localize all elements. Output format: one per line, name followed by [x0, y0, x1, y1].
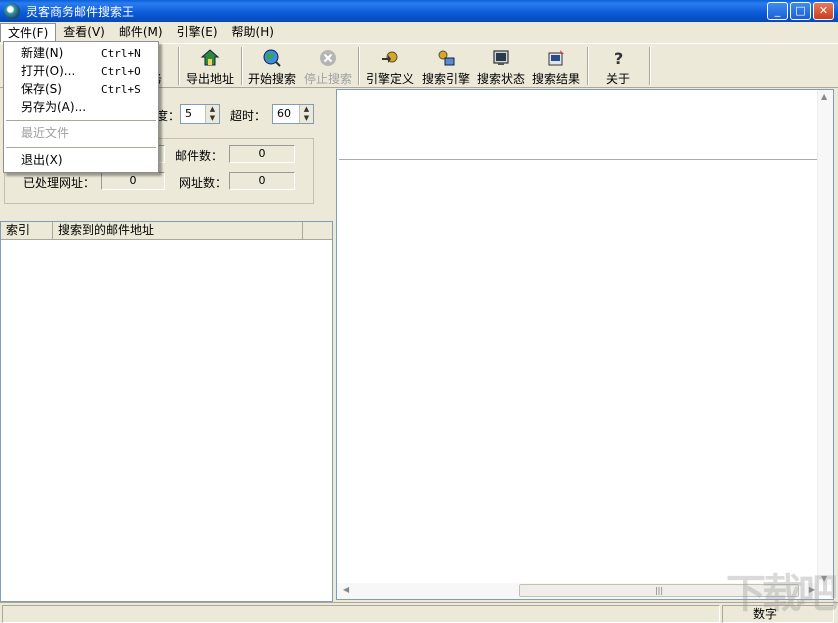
menu-separator [6, 147, 156, 148]
menu-item-label: 打开(O)... [21, 64, 76, 78]
column-index[interactable]: 索引 [1, 222, 53, 239]
export-button-label: 导出地址 [185, 72, 234, 86]
title-bar: 灵客商务邮件搜索王 _ □ ✕ [0, 0, 838, 22]
scroll-up-icon[interactable]: ▲ [821, 92, 827, 101]
menu-item-recent: 最近文件 [4, 125, 158, 142]
watermark: 下载吧 [726, 571, 838, 617]
start-search-button[interactable]: 开始搜索 [246, 48, 298, 88]
engine-define-button[interactable]: 引擎定义 [364, 48, 416, 88]
depth-label: 度： [156, 109, 181, 123]
menu-item-label: 最近文件 [21, 126, 70, 140]
menu-help[interactable]: 帮助(H) [225, 23, 281, 42]
monitor-icon [491, 48, 511, 68]
timeout-value: 60 [277, 107, 291, 120]
timeout-spinner[interactable]: 60 ▲ ▼ [272, 104, 314, 124]
column-email[interactable]: 搜索到的邮件地址 [53, 222, 303, 239]
house-arrow-icon [200, 48, 220, 68]
menu-file[interactable]: 文件(F) [0, 22, 57, 42]
close-button[interactable]: ✕ [813, 2, 834, 20]
column-filler [303, 222, 332, 239]
search-engine-label: 搜索引擎 [421, 72, 470, 86]
toolbar-separator [649, 47, 651, 85]
status-message [2, 605, 720, 623]
toolbar-separator [241, 47, 243, 85]
window-title: 灵客商务邮件搜索王 [26, 4, 135, 19]
globe-search-icon [262, 48, 282, 68]
menu-item-label: 保存(S) [21, 82, 62, 96]
results-panel[interactable]: ▲ ▼ ◀ ||| ▶ [336, 89, 834, 600]
minimize-button[interactable]: _ [767, 2, 788, 20]
url-count-value: 0 [229, 172, 295, 190]
gear-arrow-icon [380, 48, 400, 68]
vertical-scrollbar[interactable]: ▲ ▼ [817, 90, 833, 585]
maximize-button[interactable]: □ [790, 2, 811, 20]
menu-item-label: 退出(X) [21, 153, 63, 167]
toolbar-separator [587, 47, 589, 85]
svg-text:?: ? [614, 49, 623, 68]
search-status-label: 搜索状态 [476, 72, 525, 86]
divider [339, 159, 817, 160]
menu-item-shortcut: Ctrl+O [101, 65, 141, 78]
menu-item-save[interactable]: 保存(S) Ctrl+S [4, 81, 158, 98]
results-icon [546, 48, 566, 68]
search-results-label: 搜索结果 [531, 72, 580, 86]
menu-mail[interactable]: 邮件(M) [112, 23, 170, 42]
stop-search-label: 停止搜索 [303, 72, 352, 86]
menu-item-label: 新建(N) [21, 46, 64, 60]
processed-label: 已处理网址： [23, 176, 96, 190]
export-button[interactable]: 导出地址 [184, 48, 236, 88]
menu-view[interactable]: 查看(V) [56, 23, 112, 42]
email-list[interactable]: 索引 搜索到的邮件地址 [0, 221, 333, 602]
menu-item-shortcut: Ctrl+S [101, 83, 141, 96]
spinner-arrows-icon[interactable]: ▲ ▼ [205, 105, 219, 123]
file-menu-dropdown: 新建(N) Ctrl+N 打开(O)... Ctrl+O 保存(S) Ctrl+… [3, 41, 159, 173]
depth-value: 5 [185, 107, 192, 120]
gears-icon [436, 48, 456, 68]
toolbar-separator [358, 47, 360, 85]
search-engine-button[interactable]: 搜索引擎 [420, 48, 472, 88]
search-status-button[interactable]: 搜索状态 [475, 48, 527, 88]
menu-item-save-as[interactable]: 另存为(A)... [4, 99, 158, 116]
menu-bar: 文件(F) 查看(V) 邮件(M) 引擎(E) 帮助(H) [0, 22, 838, 42]
toolbar-separator [178, 47, 180, 85]
about-label: 关于 [605, 72, 630, 86]
spinner-arrows-icon[interactable]: ▲ ▼ [299, 105, 313, 123]
menu-item-new[interactable]: 新建(N) Ctrl+N [4, 45, 158, 62]
window-controls: _ □ ✕ [767, 2, 834, 20]
search-results-button[interactable]: 搜索结果 [530, 48, 582, 88]
menu-separator [6, 120, 156, 121]
mail-count-value: 0 [229, 145, 295, 163]
engine-define-label: 引擎定义 [365, 72, 414, 86]
question-icon: ? [608, 48, 628, 68]
url-count-label: 网址数： [179, 176, 228, 190]
about-button[interactable]: ? 关于 [596, 48, 640, 88]
menu-item-label: 另存为(A)... [21, 100, 87, 114]
processed-value: 0 [101, 172, 165, 190]
stop-circle-icon [318, 48, 338, 68]
stop-search-button[interactable]: 停止搜索 [302, 48, 354, 88]
timeout-label: 超时： [230, 109, 267, 123]
menu-item-exit[interactable]: 退出(X) [4, 152, 158, 169]
depth-spinner[interactable]: 5 ▲ ▼ [180, 104, 220, 124]
scroll-left-icon[interactable]: ◀ [343, 585, 349, 594]
app-icon [4, 3, 20, 19]
menu-engine[interactable]: 引擎(E) [170, 23, 225, 42]
start-search-label: 开始搜索 [247, 72, 296, 86]
status-bar: 数字 [0, 602, 838, 623]
menu-item-open[interactable]: 打开(O)... Ctrl+O [4, 63, 158, 80]
mail-count-label: 邮件数： [175, 149, 224, 163]
menu-item-shortcut: Ctrl+N [101, 47, 141, 60]
list-header: 索引 搜索到的邮件地址 [1, 222, 332, 240]
